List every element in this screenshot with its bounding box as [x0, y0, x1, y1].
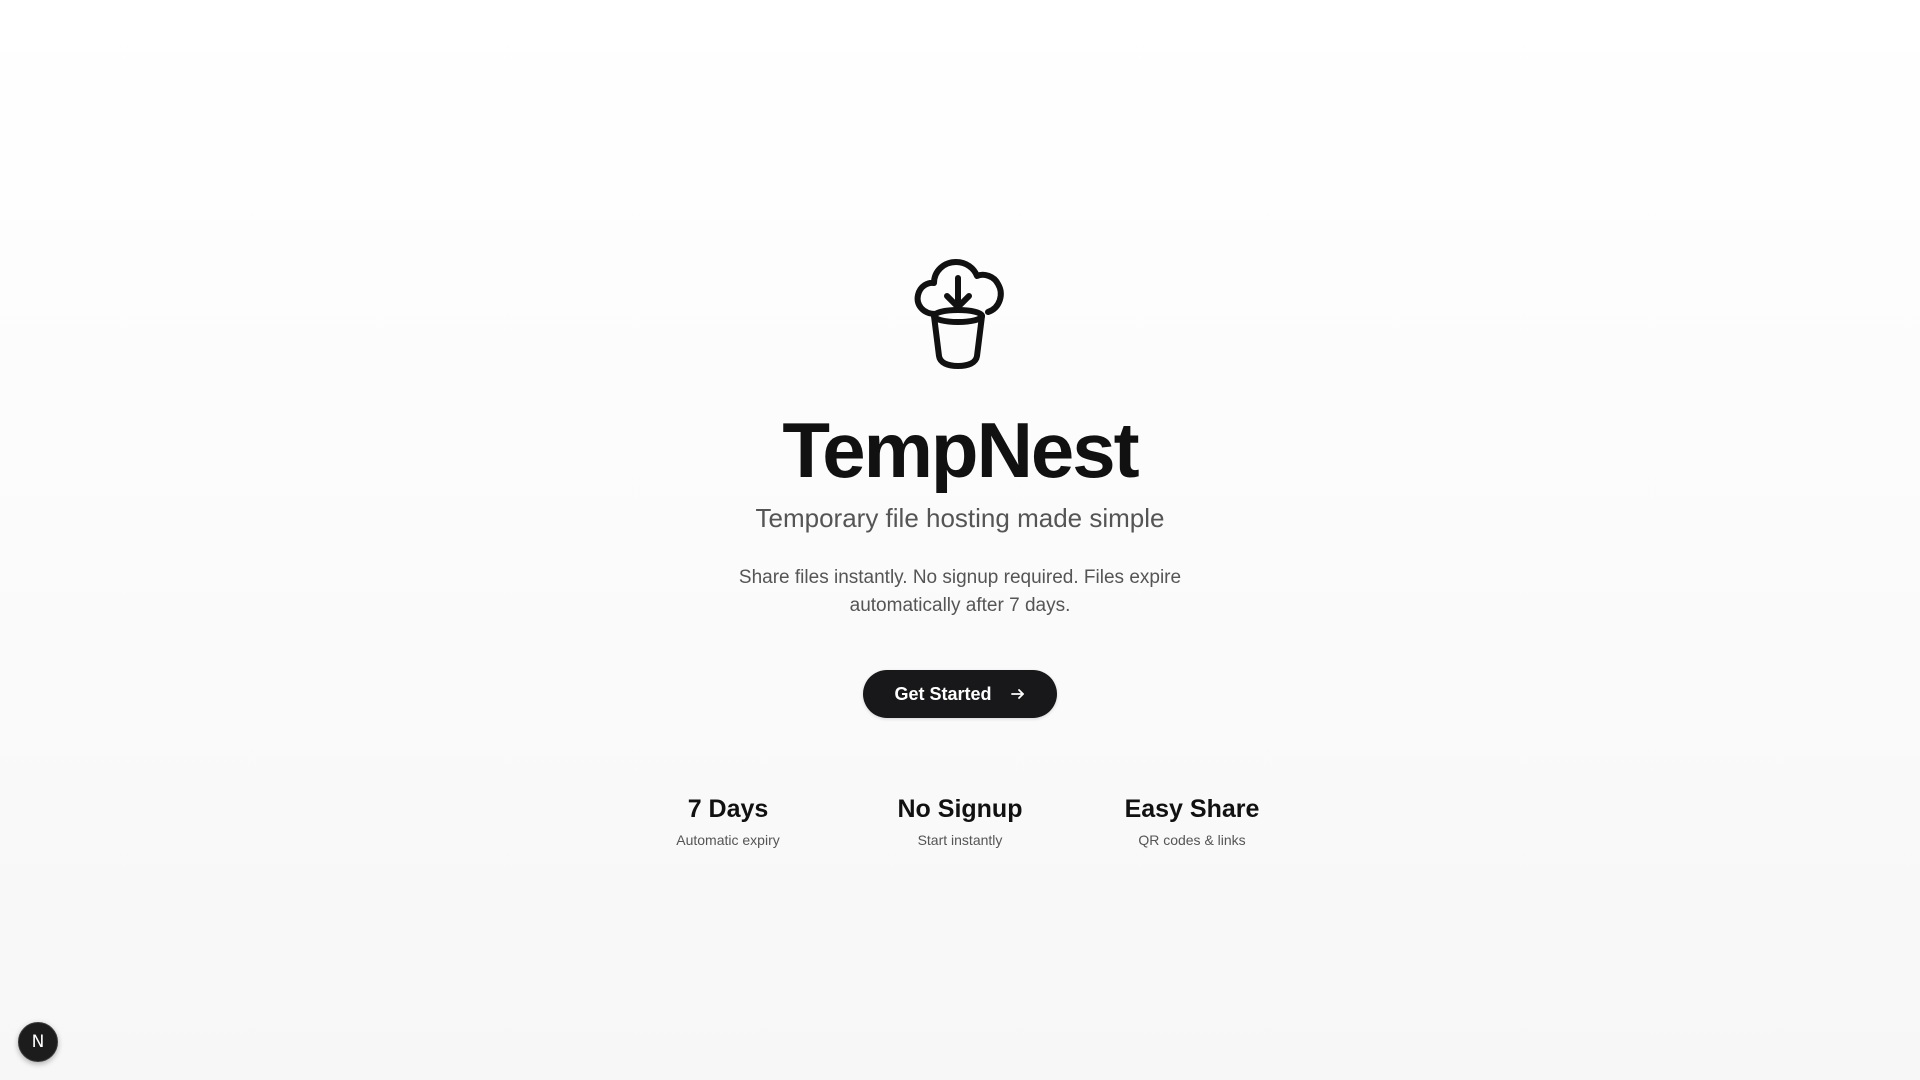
dev-badge-label: N	[31, 1032, 45, 1052]
logo	[880, 234, 1040, 394]
feature-subtitle: Automatic expiry	[676, 832, 780, 848]
nextjs-dev-badge[interactable]: N	[18, 1022, 58, 1062]
feature-easy-share: Easy Share QR codes & links	[1082, 792, 1302, 850]
feature-title: 7 Days	[687, 795, 769, 823]
feature-expiry: 7 Days Automatic expiry	[618, 792, 838, 850]
arrow-right-icon	[1010, 686, 1026, 702]
cloud-download-bucket-icon	[914, 259, 1004, 369]
get-started-label: Get Started	[894, 683, 992, 704]
feature-title: No Signup	[897, 795, 1023, 823]
feature-subtitle: QR codes & links	[1138, 832, 1246, 848]
feature-subtitle: Start instantly	[917, 832, 1003, 848]
feature-no-signup: No Signup Start instantly	[850, 792, 1070, 850]
page-title: TempNest	[782, 406, 1139, 494]
get-started-button[interactable]: Get Started	[863, 670, 1057, 718]
description: Share files instantly. No signup require…	[738, 567, 1182, 616]
features-row: 7 Days Automatic expiry No Signup Start …	[0, 792, 1920, 872]
feature-title: Easy Share	[1124, 795, 1260, 823]
hero-section: TempNest Temporary file hosting made sim…	[0, 0, 1920, 1080]
tagline: Temporary file hosting made simple	[755, 503, 1165, 533]
